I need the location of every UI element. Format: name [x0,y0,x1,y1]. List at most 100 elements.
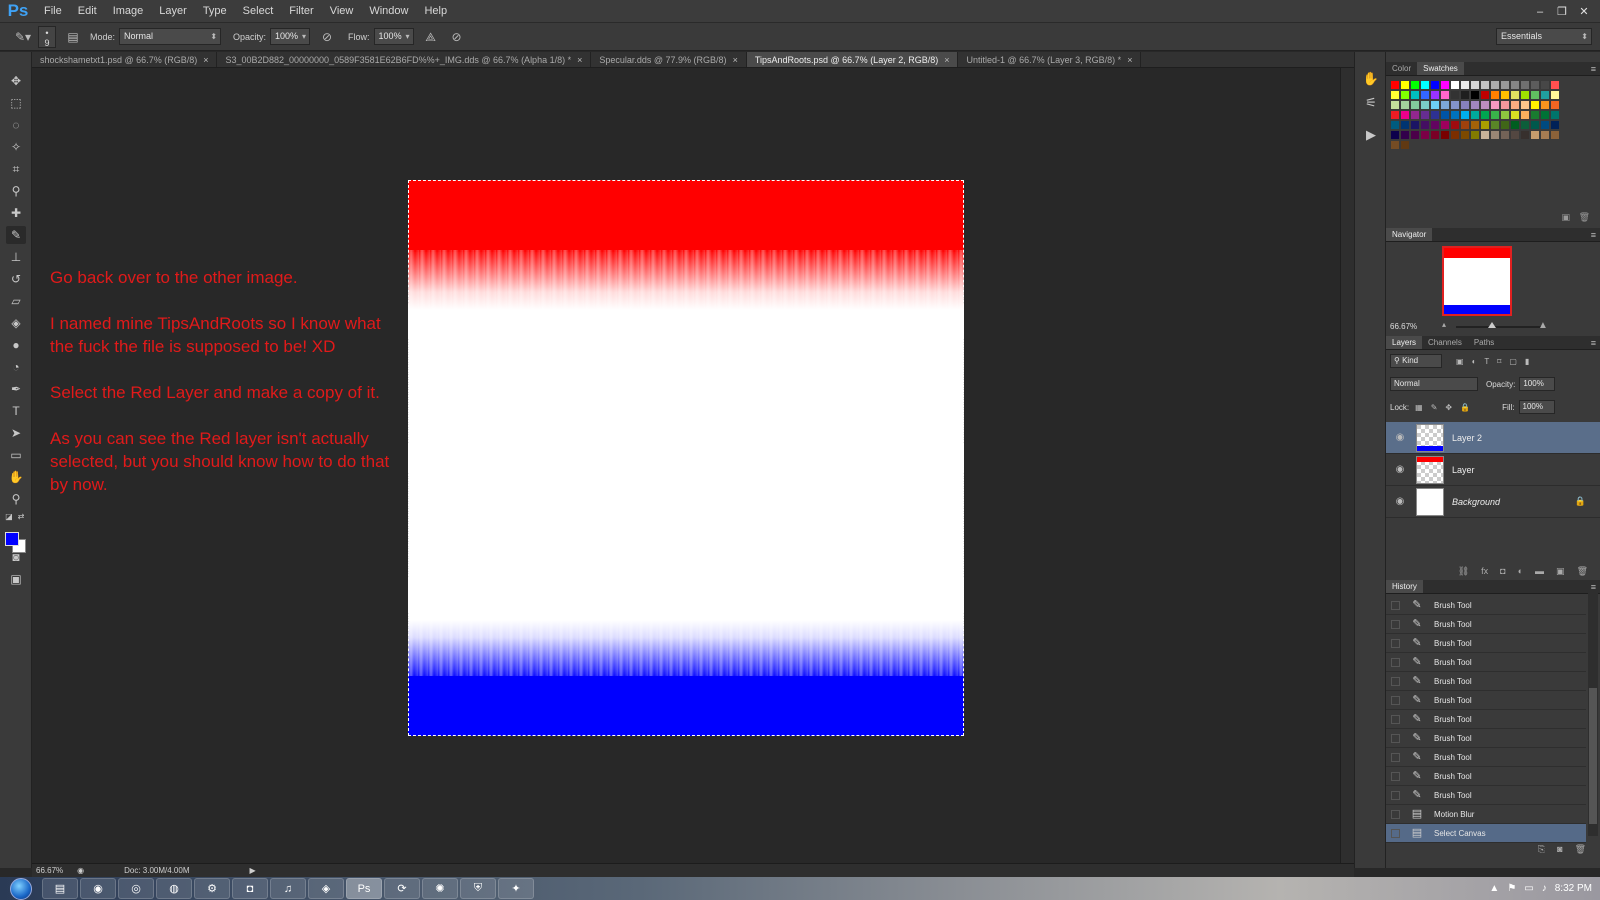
color-swatch[interactable] [1450,90,1460,100]
new-document-icon[interactable]: ⎘ [1538,844,1545,855]
color-swatch[interactable] [1460,110,1470,120]
menu-type[interactable]: Type [195,0,235,23]
color-swatch[interactable] [1440,130,1450,140]
color-swatch[interactable] [1520,80,1530,90]
color-swatch[interactable] [1430,120,1440,130]
close-tab-icon[interactable]: × [733,55,738,65]
status-menu-arrow-icon[interactable]: ▶ [250,866,256,875]
close-tab-icon[interactable]: × [577,55,582,65]
document-tab[interactable]: Untitled-1 @ 66.7% (Layer 3, RGB/8) * × [958,52,1142,67]
lasso-tool-icon[interactable]: ◌ [6,116,26,134]
color-swatch[interactable] [1500,130,1510,140]
color-swatch[interactable] [1550,100,1560,110]
screen-mode-icon[interactable]: ▣ [6,570,26,588]
quick-selection-tool-icon[interactable]: ✧ [6,138,26,156]
history-item[interactable]: ✎ Brush Tool [1386,729,1586,748]
color-swatch[interactable] [1440,90,1450,100]
history-item[interactable]: ✎ Brush Tool [1386,634,1586,653]
layer-filter-select[interactable]: ⚲ Kind [1390,354,1442,368]
pressure-size-icon[interactable]: ⊘ [448,28,466,46]
history-source-checkbox[interactable] [1391,828,1400,838]
color-swatch[interactable] [1390,140,1400,150]
close-button[interactable]: ✕ [1574,4,1594,20]
zoom-in-icon[interactable]: ▲ [1538,320,1548,331]
lock-all-icon[interactable]: 🔒 [1460,403,1470,412]
menu-edit[interactable]: Edit [70,0,105,23]
history-source-checkbox[interactable] [1391,619,1400,629]
history-source-checkbox[interactable] [1391,771,1400,781]
lock-pixels-icon[interactable]: ✎ [1431,403,1438,412]
color-swatch[interactable] [1430,90,1440,100]
document-tab[interactable]: shockshametxt1.psd @ 66.7% (RGB/8) × [32,52,218,67]
navigator-zoom[interactable]: 66.67% [1390,322,1417,331]
actions-play-icon[interactable]: ▶ [1361,126,1381,144]
document-tab[interactable]: TipsAndRoots.psd @ 66.7% (Layer 2, RGB/8… [746,52,959,67]
color-swatch[interactable] [1470,130,1480,140]
show-hidden-icon[interactable]: ▲ [1489,883,1499,894]
color-swatch[interactable] [1420,100,1430,110]
history-item[interactable]: ✎ Brush Tool [1386,767,1586,786]
history-source-checkbox[interactable] [1391,676,1400,686]
link-icon[interactable]: ⛓ [1458,566,1469,577]
color-swatch[interactable] [1490,80,1500,90]
color-swatch[interactable] [1490,130,1500,140]
canvas-area[interactable]: Go back over to the other image. I named… [32,68,1354,866]
color-swatch[interactable] [1430,100,1440,110]
layer-row[interactable]: ◉ Layer [1386,454,1600,486]
filter-shape-icon[interactable]: ⌑ [1497,357,1501,366]
color-swatch[interactable] [1440,100,1450,110]
color-swatch[interactable] [1510,80,1520,90]
color-swatch[interactable] [1530,90,1540,100]
color-swatch[interactable] [1410,100,1420,110]
tab-channels[interactable]: Channels [1422,336,1468,349]
color-swatch[interactable] [1500,120,1510,130]
adjustments-icon[interactable]: ⚟ [1361,94,1381,112]
color-swatch[interactable] [1480,110,1490,120]
color-swatch[interactable] [1510,120,1520,130]
color-swatch[interactable] [1470,120,1480,130]
color-swatch[interactable] [1410,110,1420,120]
color-swatch[interactable] [1460,120,1470,130]
flow-input[interactable]: 100% ▾ [373,28,414,45]
color-swatch[interactable] [1490,110,1500,120]
flag-icon[interactable]: ⚑ [1507,883,1516,894]
brush-tool-icon[interactable]: ✎ [6,226,26,244]
eyedropper-tool-icon[interactable]: ⚲ [6,182,26,200]
hand-tool-icon[interactable]: ✋ [6,468,26,486]
color-swatch[interactable] [1400,90,1410,100]
brush-panel-icon[interactable]: ▤ [64,28,82,46]
camera-icon[interactable]: ◘ [232,878,268,899]
history-scroll-thumb[interactable] [1589,688,1597,824]
history-item[interactable]: ✎ Brush Tool [1386,615,1586,634]
history-scrollbar[interactable] [1588,592,1598,836]
crop-tool-icon[interactable]: ⌗ [6,160,26,178]
swap-colors-icon[interactable]: ⇄ [16,508,26,526]
menu-select[interactable]: Select [235,0,282,23]
history-item[interactable]: ▤ Motion Blur [1386,805,1586,824]
brush-preset-icon[interactable]: ✎▾ [14,28,32,46]
color-swatch[interactable] [1520,110,1530,120]
color-swatch[interactable] [1510,100,1520,110]
blend-mode-select[interactable]: Normal [1390,377,1478,391]
filter-smart-object-icon[interactable]: ▢ [1509,357,1517,366]
tab-navigator[interactable]: Navigator [1386,228,1433,241]
mask-icon[interactable]: ◘ [1500,566,1505,576]
minimize-button[interactable]: – [1530,4,1550,20]
eye-icon[interactable]: ◉ [1390,464,1410,475]
color-swatch[interactable] [1520,130,1530,140]
filter-type-icon[interactable]: T [1484,357,1489,366]
lock-transparent-icon[interactable]: ▦ [1415,403,1423,412]
color-swatch[interactable] [1490,120,1500,130]
color-swatch[interactable] [1500,100,1510,110]
photoshop-taskbar-icon[interactable]: Ps [346,878,382,899]
color-swatch[interactable] [1410,120,1420,130]
history-source-checkbox[interactable] [1391,657,1400,667]
color-swatch[interactable] [1420,80,1430,90]
color-swatch[interactable] [1550,80,1560,90]
fill-input[interactable]: 100% [1518,400,1555,414]
paint-bucket-tool-icon[interactable]: ◈ [6,314,26,332]
snapshot-icon[interactable]: ◙ [1557,844,1562,854]
menu-window[interactable]: Window [361,0,416,23]
mode-select[interactable]: Normal ⬍ [119,28,222,45]
color-swatch[interactable] [1540,120,1550,130]
